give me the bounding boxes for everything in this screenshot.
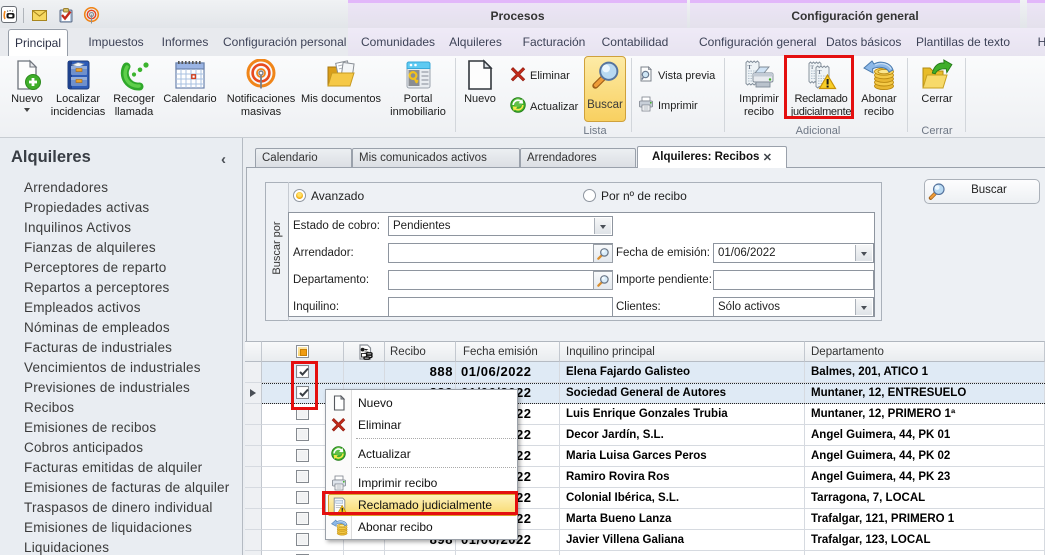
svg-text:T: T — [748, 65, 752, 71]
